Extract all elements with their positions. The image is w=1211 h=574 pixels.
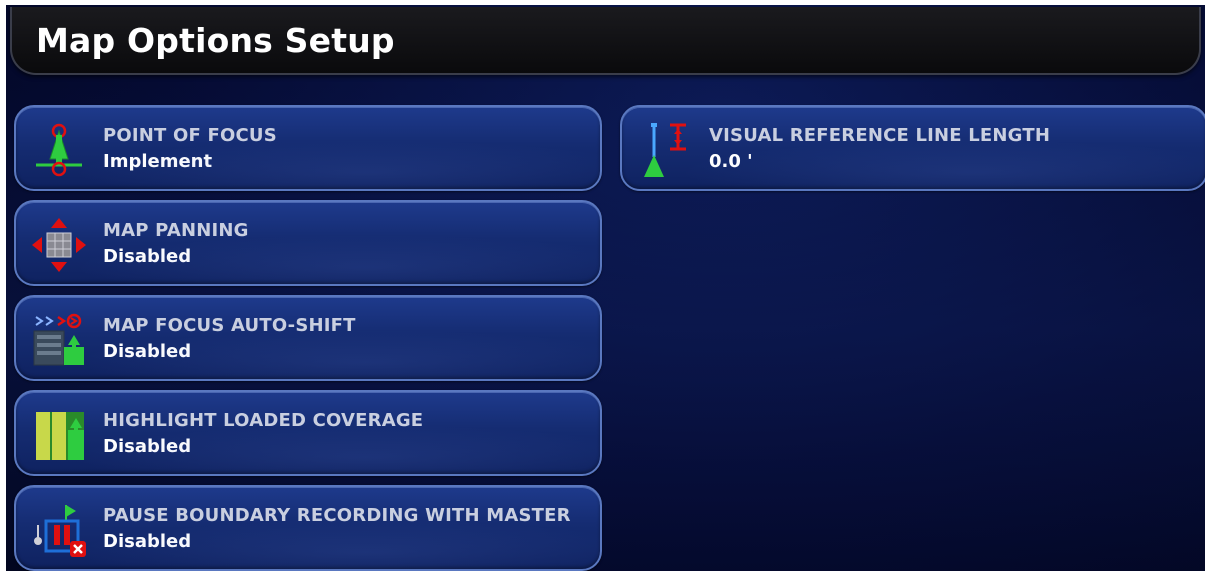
option-value: Disabled — [103, 246, 192, 267]
reference-line-icon — [636, 121, 694, 179]
visual-reference-line-length-button[interactable]: VISUAL REFERENCE LINE LENGTH 0.0 ' — [620, 105, 1205, 191]
point-of-focus-button[interactable]: POINT OF FOCUS Implement — [14, 105, 602, 191]
option-value: Disabled — [103, 341, 192, 362]
option-label: HIGHLIGHT LOADED COVERAGE — [103, 410, 424, 431]
map-focus-auto-shift-button[interactable]: MAP FOCUS AUTO-SHIFT Disabled — [14, 295, 602, 381]
pause-boundary-icon — [30, 501, 88, 559]
option-value: 0.0 ' — [709, 151, 753, 172]
map-focus-auto-shift-icon — [30, 311, 88, 369]
pause-boundary-recording-button[interactable]: PAUSE BOUNDARY RECORDING WITH MASTER Dis… — [14, 485, 602, 571]
highlight-coverage-icon — [30, 406, 88, 464]
option-label: VISUAL REFERENCE LINE LENGTH — [709, 125, 1051, 146]
highlight-loaded-coverage-button[interactable]: HIGHLIGHT LOADED COVERAGE Disabled — [14, 390, 602, 476]
map-panning-icon — [30, 216, 88, 274]
title-bar: Map Options Setup — [10, 7, 1201, 75]
map-options-screen: Map Options Setup POINT OF FOCUS Impleme… — [6, 5, 1205, 571]
option-label: MAP PANNING — [103, 220, 249, 241]
option-label: MAP FOCUS AUTO-SHIFT — [103, 315, 356, 336]
option-label: POINT OF FOCUS — [103, 125, 277, 146]
map-panning-button[interactable]: MAP PANNING Disabled — [14, 200, 602, 286]
option-label: PAUSE BOUNDARY RECORDING WITH MASTER — [103, 505, 571, 526]
page-title: Map Options Setup — [36, 21, 395, 60]
point-of-focus-icon — [30, 121, 88, 179]
option-value: Disabled — [103, 436, 192, 457]
option-value: Disabled — [103, 531, 192, 552]
option-value: Implement — [103, 151, 213, 172]
